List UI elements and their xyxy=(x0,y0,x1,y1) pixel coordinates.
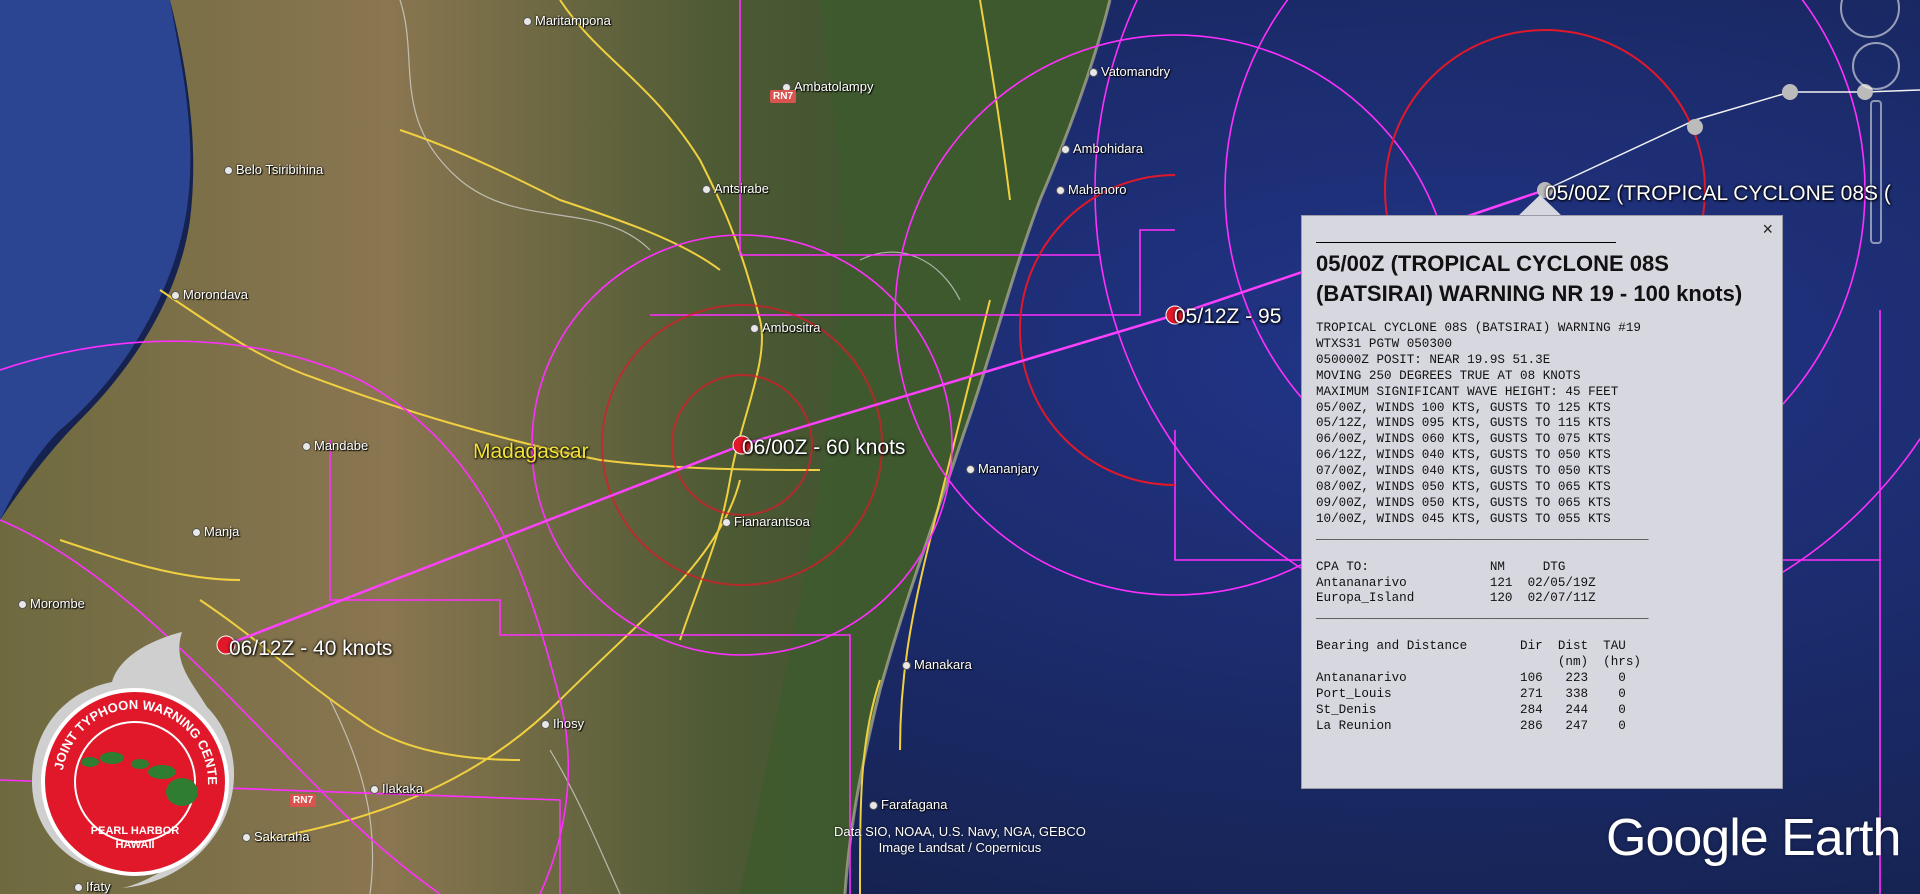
close-icon[interactable]: × xyxy=(1762,219,1773,240)
place-sakaraha[interactable]: Sakaraha xyxy=(242,829,310,844)
zoom-control[interactable] xyxy=(1852,42,1900,90)
jtwc-location-line2: HAWAII xyxy=(115,839,154,851)
place-vatomandry[interactable]: Vatomandry xyxy=(1089,64,1170,79)
jtwc-logo: JOINT TYPHOON WARNING CENTER PEARL HARBO… xyxy=(22,622,235,888)
place-mandabe[interactable]: Mandabe xyxy=(302,438,368,453)
place-mahanoro[interactable]: Mahanoro xyxy=(1056,182,1127,197)
place-manakara[interactable]: Manakara xyxy=(902,657,972,672)
popup-pointer xyxy=(1518,195,1562,216)
place-belo-tsiribihina[interactable]: Belo Tsiribihina xyxy=(224,162,323,177)
place-farafangana[interactable]: Farafagana xyxy=(869,797,948,812)
place-morondava[interactable]: Morondava xyxy=(171,287,248,302)
track-label-06-00z[interactable]: 06/00Z - 60 knots xyxy=(742,436,905,460)
attribution-data: Data SIO, NOAA, U.S. Navy, NGA, GEBCO xyxy=(834,824,1086,839)
track-label-05-12z[interactable]: 05/12Z - 95 xyxy=(1174,305,1281,329)
warning-info-popup: × 05/00Z (TROPICAL CYCLONE 08S (BATSIRAI… xyxy=(1301,215,1783,789)
track-label-05-00z[interactable]: 05/00Z (TROPICAL CYCLONE 08S ( xyxy=(1545,182,1891,206)
jtwc-location-line1: PEARL HARBOR xyxy=(91,825,179,837)
track-label-06-12z[interactable]: 06/12Z - 40 knots xyxy=(229,637,392,661)
popup-divider xyxy=(1316,242,1616,243)
place-ilakaka[interactable]: Ilakaka xyxy=(370,781,423,796)
map-attribution: Data SIO, NOAA, U.S. Navy, NGA, GEBCO Im… xyxy=(834,824,1086,856)
google-earth-logo: Google Earth xyxy=(1606,809,1901,867)
place-morombe[interactable]: Morombe xyxy=(18,596,85,611)
popup-title: 05/00Z (TROPICAL CYCLONE 08S (BATSIRAI) … xyxy=(1316,251,1743,306)
attribution-imagery: Image Landsat / Copernicus xyxy=(878,840,1042,855)
road-shield-rn7-north: RN7 xyxy=(770,90,797,103)
place-antsirabe[interactable]: Antsirabe xyxy=(702,181,769,196)
place-ihosy[interactable]: Ihosy xyxy=(541,716,584,731)
place-manja[interactable]: Manja xyxy=(192,524,239,539)
place-ambohidara[interactable]: Ambohidara xyxy=(1061,141,1143,156)
country-label: Madagascar xyxy=(473,440,589,463)
zoom-slider[interactable] xyxy=(1870,100,1882,244)
road-shield-rn7-south: RN7 xyxy=(290,794,317,807)
place-maritampona[interactable]: Maritampona xyxy=(523,13,611,28)
popup-warning-text: TROPICAL CYCLONE 08S (BATSIRAI) WARNING … xyxy=(1316,321,1649,733)
place-mananjary[interactable]: Mananjary xyxy=(966,461,1039,476)
place-ambositra[interactable]: Ambositra xyxy=(750,320,821,335)
place-fianarantsoa[interactable]: Fianarantsoa xyxy=(722,514,810,529)
